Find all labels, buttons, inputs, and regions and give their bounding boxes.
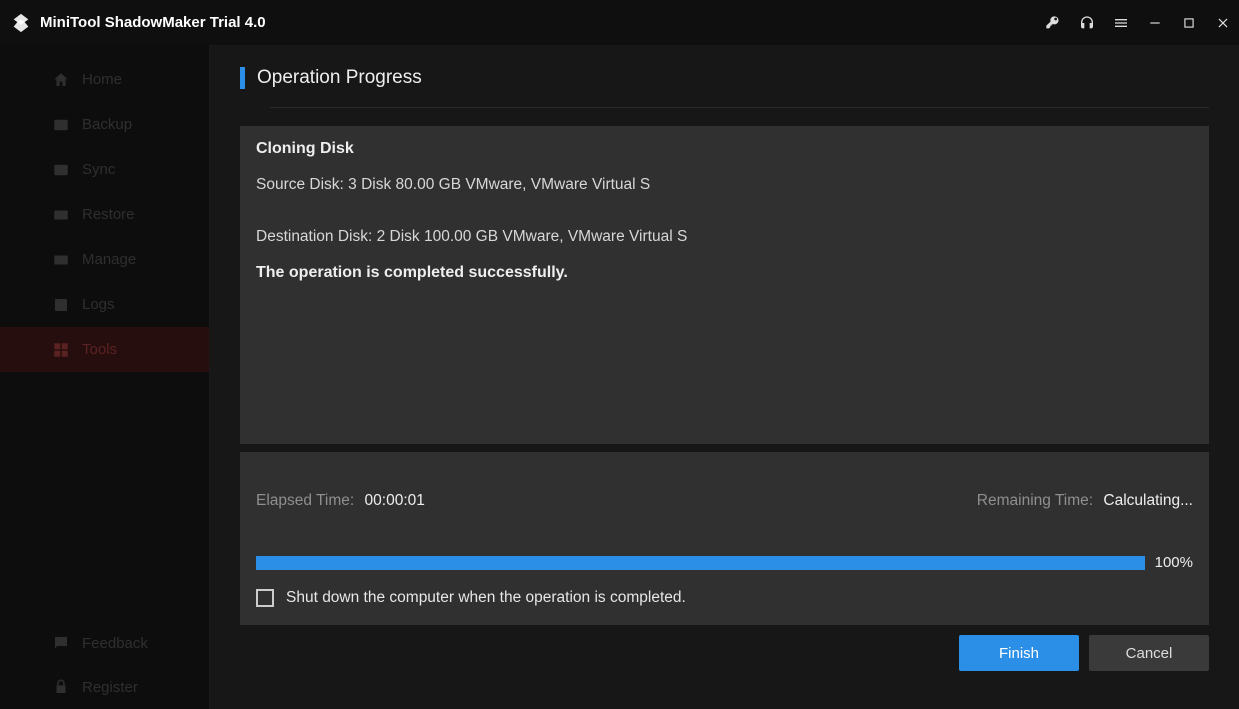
- sidebar-item-label: Backup: [82, 116, 132, 133]
- key-icon[interactable]: [1045, 15, 1061, 31]
- cancel-button-label: Cancel: [1126, 645, 1173, 662]
- progress-percent: 100%: [1155, 554, 1193, 571]
- sidebar-item-feedback[interactable]: Feedback: [0, 621, 209, 665]
- sidebar-item-label: Restore: [82, 206, 135, 223]
- lock-icon: [52, 678, 70, 696]
- sidebar-item-label: Logs: [82, 296, 115, 313]
- restore-icon: [52, 206, 70, 224]
- sidebar-item-manage[interactable]: Manage: [0, 237, 209, 282]
- remaining-label: Remaining Time:: [977, 492, 1093, 509]
- finish-button-label: Finish: [999, 645, 1039, 662]
- sidebar-item-label: Register: [82, 679, 138, 696]
- progress-panel: Elapsed Time: 00:00:01 Remaining Time: C…: [240, 452, 1209, 625]
- headphones-icon[interactable]: [1079, 15, 1095, 31]
- tools-icon: [52, 341, 70, 359]
- logs-icon: [52, 296, 70, 314]
- progress-bar: [256, 556, 1145, 570]
- cancel-button[interactable]: Cancel: [1089, 635, 1209, 671]
- close-icon[interactable]: [1215, 15, 1231, 31]
- finish-button[interactable]: Finish: [959, 635, 1079, 671]
- sidebar-item-label: Home: [82, 71, 122, 88]
- accent-bar: [240, 67, 245, 89]
- sidebar-item-register[interactable]: Register: [0, 665, 209, 709]
- sidebar-item-logs[interactable]: Logs: [0, 282, 209, 327]
- sidebar-item-restore[interactable]: Restore: [0, 192, 209, 237]
- backup-icon: [52, 116, 70, 134]
- feedback-icon: [52, 634, 70, 652]
- destination-disk-line: Destination Disk: 2 Disk 100.00 GB VMwar…: [256, 228, 1193, 246]
- elapsed-value: 00:00:01: [365, 492, 425, 509]
- titlebar: MiniTool ShadowMaker Trial 4.0: [0, 0, 1239, 45]
- menu-icon[interactable]: [1113, 15, 1129, 31]
- page-title: Operation Progress: [257, 67, 422, 89]
- success-message: The operation is completed successfully.: [256, 264, 1193, 282]
- app-logo-icon: [10, 12, 32, 34]
- content-area: Operation Progress Cloning Disk Source D…: [210, 45, 1239, 709]
- sidebar: Home Backup Sync Restore Manage Logs Too…: [0, 45, 210, 709]
- elapsed-label: Elapsed Time:: [256, 492, 354, 509]
- remaining-value: Calculating...: [1103, 492, 1193, 509]
- minimize-icon[interactable]: [1147, 15, 1163, 31]
- shutdown-checkbox-label: Shut down the computer when the operatio…: [286, 589, 686, 607]
- sync-icon: [52, 161, 70, 179]
- sidebar-item-sync[interactable]: Sync: [0, 147, 209, 192]
- maximize-icon[interactable]: [1181, 15, 1197, 31]
- sidebar-item-label: Tools: [82, 341, 117, 358]
- app-title: MiniTool ShadowMaker Trial 4.0: [40, 14, 266, 31]
- operation-title: Cloning Disk: [256, 140, 1193, 158]
- sidebar-item-label: Sync: [82, 161, 115, 178]
- home-icon: [52, 71, 70, 89]
- source-disk-line: Source Disk: 3 Disk 80.00 GB VMware, VMw…: [256, 176, 1193, 194]
- operation-info-panel: Cloning Disk Source Disk: 3 Disk 80.00 G…: [240, 126, 1209, 444]
- sidebar-item-tools[interactable]: Tools: [0, 327, 209, 372]
- title-actions: [1045, 15, 1231, 31]
- sidebar-item-label: Feedback: [82, 635, 148, 652]
- sidebar-item-backup[interactable]: Backup: [0, 102, 209, 147]
- manage-icon: [52, 251, 70, 269]
- sidebar-item-home[interactable]: Home: [0, 57, 209, 102]
- sidebar-item-label: Manage: [82, 251, 136, 268]
- shutdown-checkbox[interactable]: [256, 589, 274, 607]
- divider: [270, 107, 1209, 108]
